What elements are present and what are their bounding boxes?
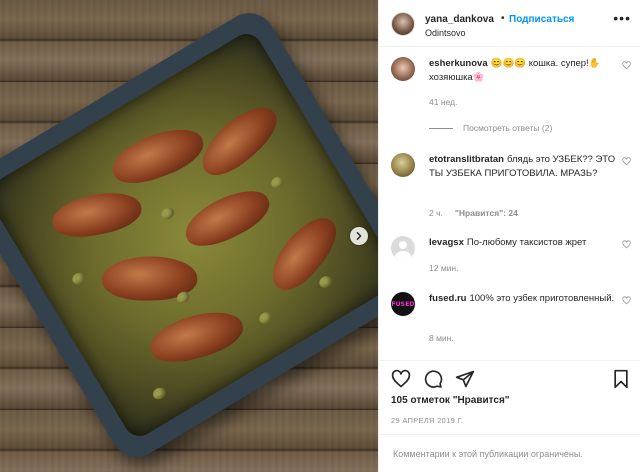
comment-text: 100% это узбек приготовленный.: [469, 293, 615, 304]
comment-username[interactable]: levagsx: [429, 237, 464, 248]
comment-username[interactable]: fused.ru: [429, 293, 466, 304]
comment-username[interactable]: esherkunova: [429, 58, 488, 69]
follow-button[interactable]: Подписаться: [509, 14, 574, 25]
author-username[interactable]: yana_dankova: [425, 14, 494, 25]
commenter-avatar[interactable]: FUSED: [391, 292, 415, 316]
comment-like-icon[interactable]: [622, 296, 631, 305]
comment-like-icon[interactable]: [622, 240, 631, 249]
separator-dot: •: [501, 13, 505, 24]
commenter-avatar[interactable]: [391, 57, 415, 81]
comment-time: 41 нед.: [429, 97, 458, 107]
replies-divider: [429, 127, 453, 129]
like-button[interactable]: [391, 369, 411, 389]
comments-limited-notice: Комментарии к этой публикации ограничены…: [379, 434, 640, 472]
fused-logo: FUSED: [391, 300, 415, 308]
likes-count[interactable]: 105 отметок "Нравится": [391, 395, 510, 406]
post-header: yana_dankova • Подписаться Odintsovo •••: [379, 0, 640, 47]
baking-pan-image: [0, 3, 378, 467]
chevron-right-icon: [356, 232, 362, 240]
post-side-panel: yana_dankova • Подписаться Odintsovo •••…: [378, 0, 640, 472]
heart-icon: [391, 369, 411, 388]
location-link[interactable]: Odintsovo: [425, 28, 466, 38]
save-button[interactable]: [611, 369, 631, 389]
comment-body: etotranslitbratan блядь это УЗБЕК?? ЭТО Т…: [429, 153, 629, 181]
comment-likes[interactable]: "Нравится": 24: [455, 208, 518, 218]
share-button[interactable]: [455, 369, 475, 389]
comment-body: levagsx По-любому таксистов жрет: [429, 236, 629, 250]
comment-body: esherkunova 😊😊😊 кошка. супер!✋ хозяюшка🌸: [429, 57, 629, 85]
comment-icon: [424, 370, 443, 388]
share-icon: [455, 370, 475, 388]
comment-time: 12 мин.: [429, 263, 459, 273]
commenter-avatar[interactable]: [391, 236, 415, 260]
author-avatar[interactable]: [391, 12, 415, 36]
next-photo-button[interactable]: [350, 227, 368, 245]
view-replies-link[interactable]: Посмотреть ответы (2): [429, 123, 552, 133]
bookmark-icon: [614, 369, 628, 389]
view-replies-label: Посмотреть ответы (2): [463, 123, 553, 133]
comment-meta: 2 ч. "Нравится": 24: [429, 208, 518, 218]
comment-time: 2 ч.: [429, 208, 443, 218]
commenter-avatar[interactable]: [391, 153, 415, 177]
post-photo[interactable]: [0, 0, 378, 472]
comment-like-icon[interactable]: [622, 61, 631, 70]
comment-button[interactable]: [423, 369, 443, 389]
comment-like-icon[interactable]: [622, 157, 631, 166]
comment-username[interactable]: etotranslitbratan: [429, 154, 504, 165]
more-options-icon[interactable]: •••: [613, 11, 631, 25]
comment-time: 8 мин.: [429, 333, 454, 343]
comment-text: По-любому таксистов жрет: [466, 237, 587, 248]
post-actions-section: 105 отметок "Нравится" 29 АПРЕЛЯ 2019 Г.…: [379, 360, 640, 472]
comment-body: fused.ru 100% это узбек приготовленный.: [429, 292, 629, 306]
post-date[interactable]: 29 АПРЕЛЯ 2019 Г.: [391, 416, 463, 425]
